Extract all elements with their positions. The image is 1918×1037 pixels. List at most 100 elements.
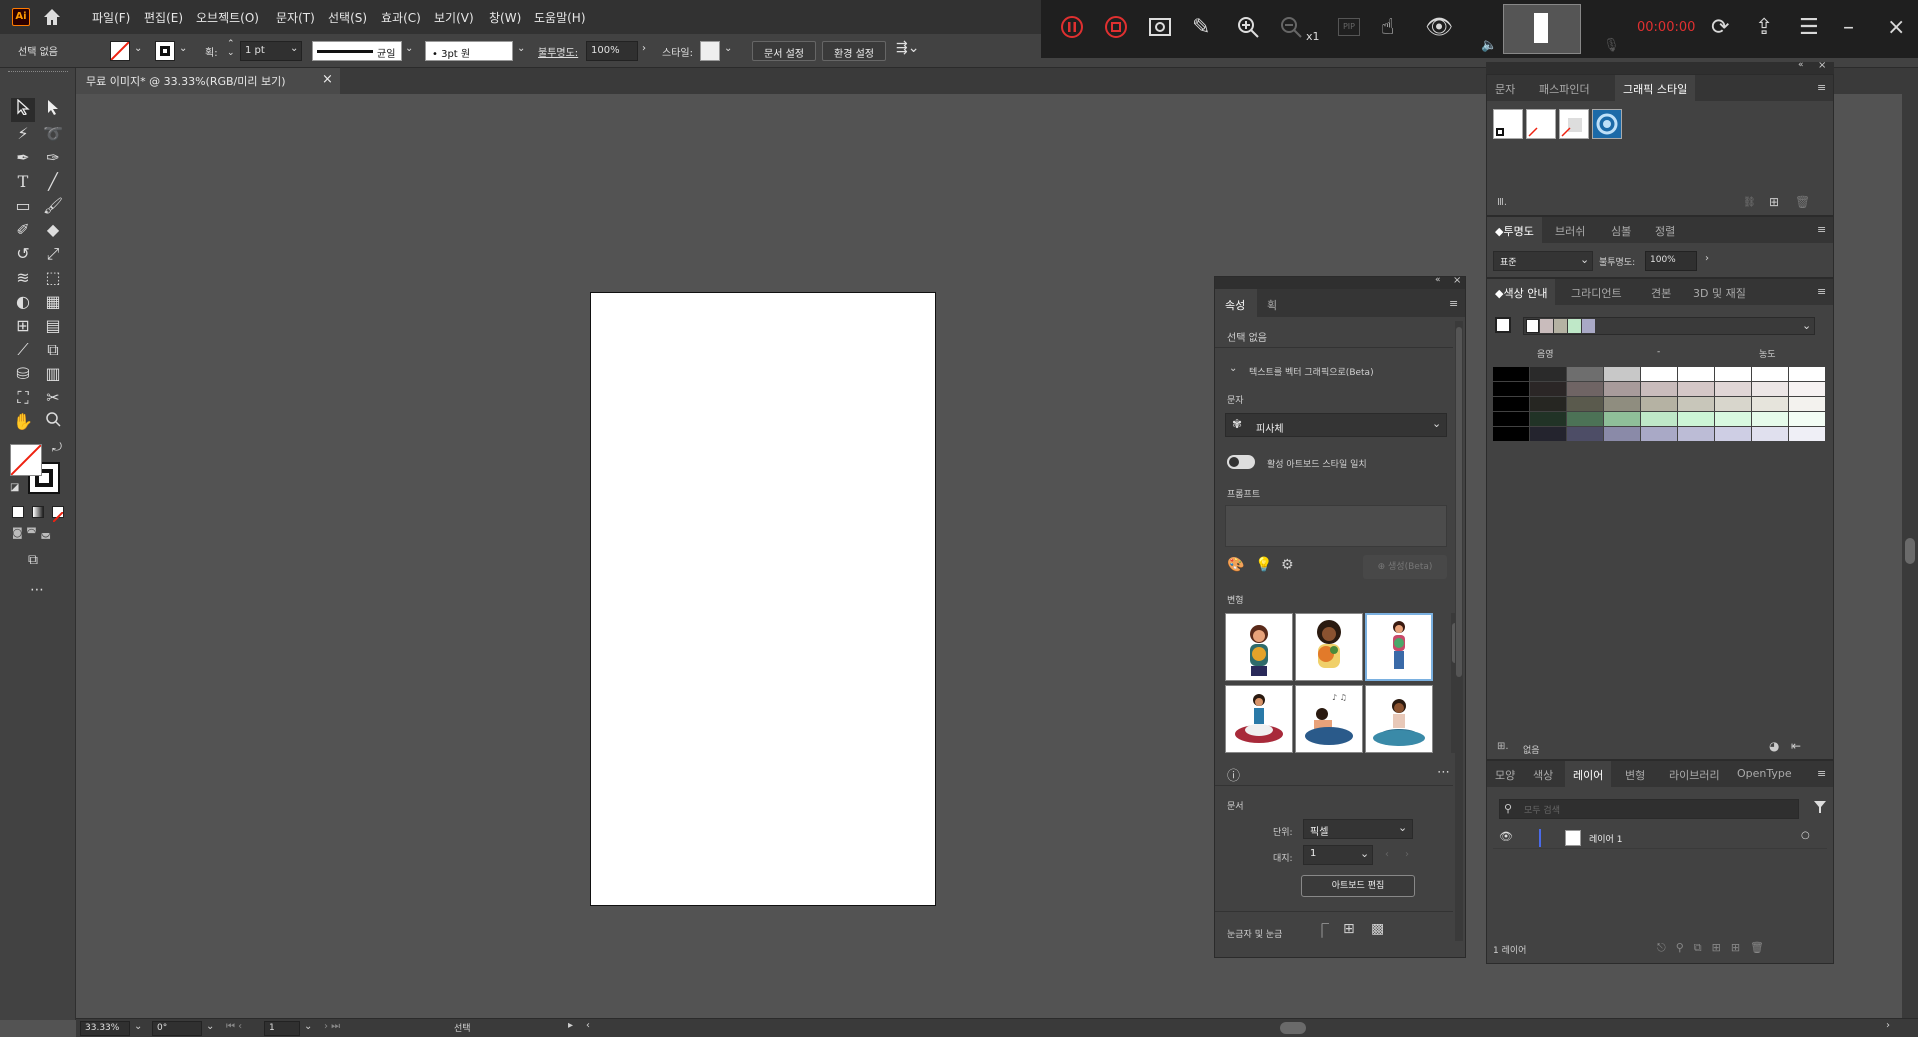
color-guide-cell[interactable] [1493,397,1529,411]
stroke-swatch[interactable] [155,41,175,61]
stroke-weight-dropdown-icon[interactable]: ⌄ [290,43,298,54]
color-guide-cell[interactable] [1752,412,1788,426]
harmony-strip[interactable]: ⌄ [1523,317,1815,335]
section-chevron-icon[interactable]: ⌄ [1229,363,1237,374]
new-style-icon[interactable]: ⊞ [1769,195,1779,209]
tab-appearance[interactable]: 모양 [1495,767,1515,783]
tab-swatches[interactable]: 견본 [1651,285,1671,301]
close-panel-icon[interactable]: × [1453,275,1461,286]
color-guide-cell[interactable] [1530,382,1566,396]
harmony-chevron-icon[interactable]: ⌄ [1802,319,1811,332]
style-picker-icon[interactable]: 🎨 [1227,557,1244,573]
color-guide-cell[interactable] [1641,427,1677,441]
blend-mode-dropdown[interactable]: 표준 ⌄ [1493,251,1593,271]
scale-tool-icon[interactable]: ⤢ [41,242,65,266]
panel-menu-icon[interactable]: ≡ [1817,223,1826,236]
close-tab-icon[interactable]: × [322,72,333,87]
stroke-dropdown-icon[interactable]: ⌄ [179,43,187,54]
color-guide-cell[interactable] [1530,367,1566,381]
none-mode-icon[interactable] [52,506,64,523]
hscroll-right-icon[interactable]: › [1886,1020,1890,1031]
base-color-swatch[interactable] [1495,317,1511,333]
zoom-chevron-icon[interactable]: ⌄ [134,1021,142,1032]
vertical-scrollbar[interactable] [1902,94,1918,1018]
color-guide-cell[interactable] [1493,427,1529,441]
selection-tool-icon[interactable] [11,98,35,122]
home-icon[interactable] [42,7,62,27]
minimize-icon[interactable]: – [1843,15,1854,41]
draw-mode-icons[interactable]: ◙ ◚ ◛ [12,526,51,539]
color-mode-icon[interactable] [12,506,24,518]
type-dropdown[interactable]: ✾ 피사체 ⌄ [1225,413,1447,437]
hand-tool-icon[interactable]: ✋ [11,410,35,434]
menu-object[interactable]: 오브젝트(O) [196,9,259,26]
horizontal-scrollbar-thumb[interactable] [1280,1022,1306,1034]
prompt-input[interactable] [1225,505,1447,547]
layers-search-field[interactable]: ⚲ 모두 검색 [1499,799,1799,819]
color-guide-cell[interactable] [1567,382,1603,396]
line-tool-icon[interactable]: ╱ [41,170,65,194]
magic-wand-icon[interactable]: ⚡ [11,122,35,146]
edit-colors-icon[interactable]: ⊞. [1497,741,1509,752]
hscroll-left-icon[interactable]: ‹ [586,1020,590,1031]
page-chevron-icon[interactable]: ⌄ [304,1021,312,1032]
color-guide-cell[interactable] [1530,412,1566,426]
fill-dropdown-icon[interactable]: ⌄ [134,43,142,54]
tab-color[interactable]: 색상 [1533,767,1553,783]
panel-menu-icon[interactable]: ≡ [1449,297,1458,310]
eye-icon[interactable]: 👁 [1425,15,1453,41]
variation-thumbnail[interactable] [1365,613,1433,681]
harmony-color-cell[interactable] [1526,319,1539,333]
slice-tool-icon[interactable]: ✂ [41,386,65,410]
preferences-button[interactable]: 환경 설정 [822,41,886,61]
tab-character[interactable]: 문자 [1495,81,1515,97]
color-guide-cell[interactable] [1493,382,1529,396]
stroke-stepper-icon[interactable]: ⌃ ⌄ [227,40,235,58]
color-guide-cell[interactable] [1715,382,1751,396]
pencil-icon[interactable]: ✎ [1192,15,1210,41]
break-link-icon[interactable]: ⛓ [1743,197,1756,208]
preview-thumbnail[interactable] [1503,4,1581,54]
tab-graphic-styles[interactable]: 그래픽 스타일 [1615,75,1696,101]
dock-collapse-icon[interactable]: « [1798,60,1804,70]
tab-pathfinder[interactable]: 패스파인더 [1539,81,1590,97]
stroke-profile-dropdown-icon[interactable]: ⌄ [405,43,413,54]
color-guide-cell[interactable] [1641,382,1677,396]
ideas-icon[interactable]: 💡 [1255,557,1272,573]
fill-color-box[interactable] [10,444,42,476]
menu-select[interactable]: 선택(S) [328,9,367,26]
arrange-icon[interactable]: ⇶⌄ [896,40,919,56]
refresh-icon[interactable]: ⟳ [1711,15,1729,41]
artboard[interactable] [590,292,936,906]
rotation-chevron-icon[interactable]: ⌄ [206,1021,214,1032]
color-guide-cell[interactable] [1493,367,1529,381]
edit-artboard-button[interactable]: 아트보드 편집 [1301,875,1415,897]
curvature-tool-icon[interactable]: ✑ [41,146,65,170]
menu-view[interactable]: 보기(V) [434,9,474,26]
variation-thumbnail[interactable]: ♪ ♫ [1295,685,1363,753]
rotation-field[interactable]: 0° [152,1021,202,1036]
opacity-arrow-icon[interactable]: › [642,43,646,54]
color-guide-cell[interactable] [1789,427,1825,441]
color-guide-cell[interactable] [1641,367,1677,381]
free-transform-icon[interactable]: ⬚ [41,266,65,290]
color-guide-cell[interactable] [1678,382,1714,396]
swap-colors-icon[interactable]: ⤾ [52,440,62,455]
touch-icon[interactable]: ☝ [1381,15,1394,41]
color-guide-cell[interactable] [1567,397,1603,411]
tab-align[interactable]: 정렬 [1655,223,1675,239]
document-setup-button[interactable]: 문서 설정 [752,41,816,61]
color-guide-cell[interactable] [1715,397,1751,411]
variation-thumbnail[interactable] [1225,613,1293,681]
export-icon[interactable]: ⇪ [1755,15,1773,41]
color-guide-cell[interactable] [1752,397,1788,411]
delete-style-icon[interactable]: 🗑 [1795,195,1810,209]
layer-row[interactable]: 👁 레이어 1 ○ [1493,827,1827,849]
brush-dropdown-icon[interactable]: ⌄ [517,43,525,54]
document-tab[interactable]: 무료 이미지* @ 33.33%(RGB/미리 보기) × [76,68,340,94]
tab-brushes[interactable]: 브러쉬 [1555,223,1585,239]
color-guide-cell[interactable] [1752,382,1788,396]
gradient-mode-icon[interactable] [32,506,44,518]
panel-menu-icon[interactable]: ≡ [1817,81,1826,94]
style-match-toggle[interactable] [1227,455,1255,469]
